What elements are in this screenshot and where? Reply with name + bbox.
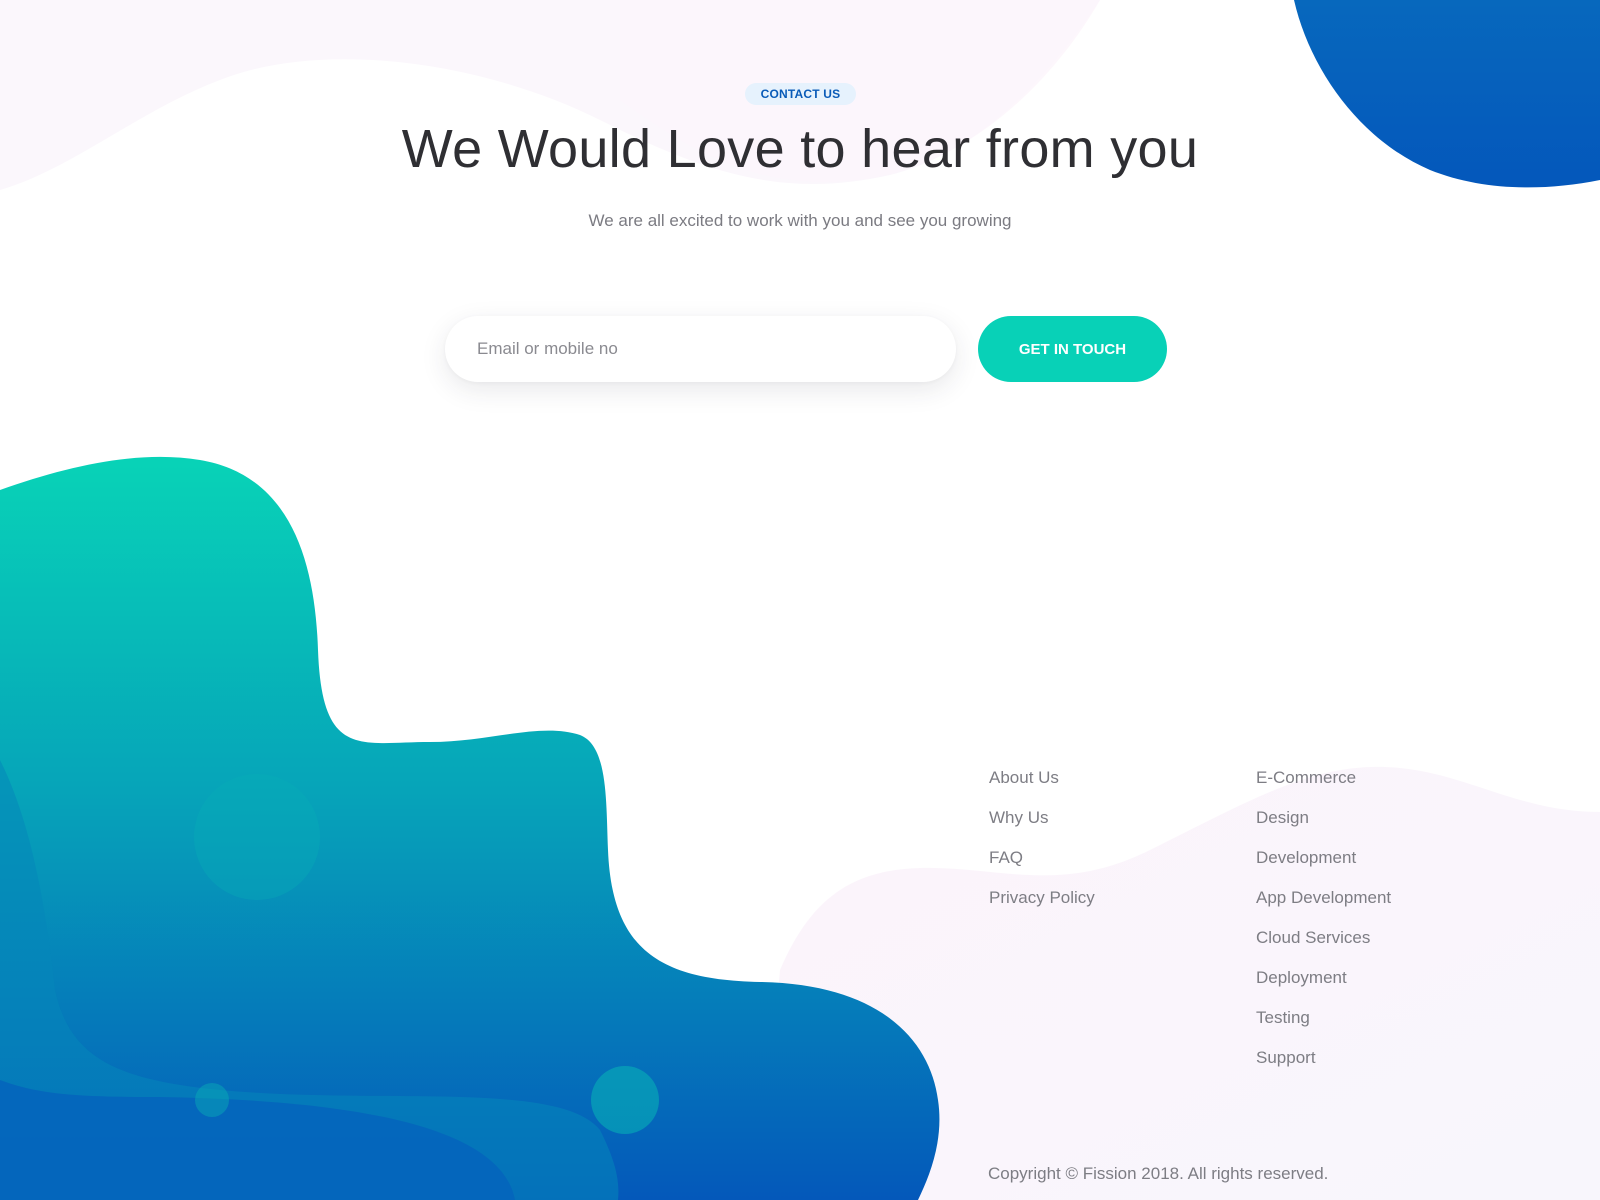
- footer-link-development[interactable]: Development: [1256, 846, 1391, 886]
- contact-us-badge: CONTACT US: [745, 83, 856, 105]
- page-title: We Would Love to hear from you: [401, 119, 1199, 179]
- footer-link-deployment[interactable]: Deployment: [1256, 966, 1391, 1006]
- get-in-touch-button[interactable]: GET IN TOUCH: [978, 316, 1167, 382]
- footer-link-why-us[interactable]: Why Us: [989, 806, 1095, 846]
- footer-service-links: E-Commerce Design Development App Develo…: [1256, 766, 1391, 1086]
- contact-section: CONTACT US We Would Love to hear from yo…: [0, 0, 1600, 1200]
- footer-link-design[interactable]: Design: [1256, 806, 1391, 846]
- email-or-mobile-input[interactable]: [445, 316, 956, 382]
- footer-link-support[interactable]: Support: [1256, 1046, 1391, 1086]
- copyright-text: Copyright © Fission 2018. All rights res…: [988, 1164, 1329, 1183]
- page-subtitle: We are all excited to work with you and …: [588, 211, 1012, 230]
- footer-link-cloud-services[interactable]: Cloud Services: [1256, 926, 1391, 966]
- footer-link-about-us[interactable]: About Us: [989, 766, 1095, 806]
- footer-link-faq[interactable]: FAQ: [989, 846, 1095, 886]
- footer-link-testing[interactable]: Testing: [1256, 1006, 1391, 1046]
- footer-company-links: About Us Why Us FAQ Privacy Policy: [989, 766, 1095, 926]
- footer-link-privacy-policy[interactable]: Privacy Policy: [989, 886, 1095, 926]
- footer-link-app-development[interactable]: App Development: [1256, 886, 1391, 926]
- footer-link-e-commerce[interactable]: E-Commerce: [1256, 766, 1391, 806]
